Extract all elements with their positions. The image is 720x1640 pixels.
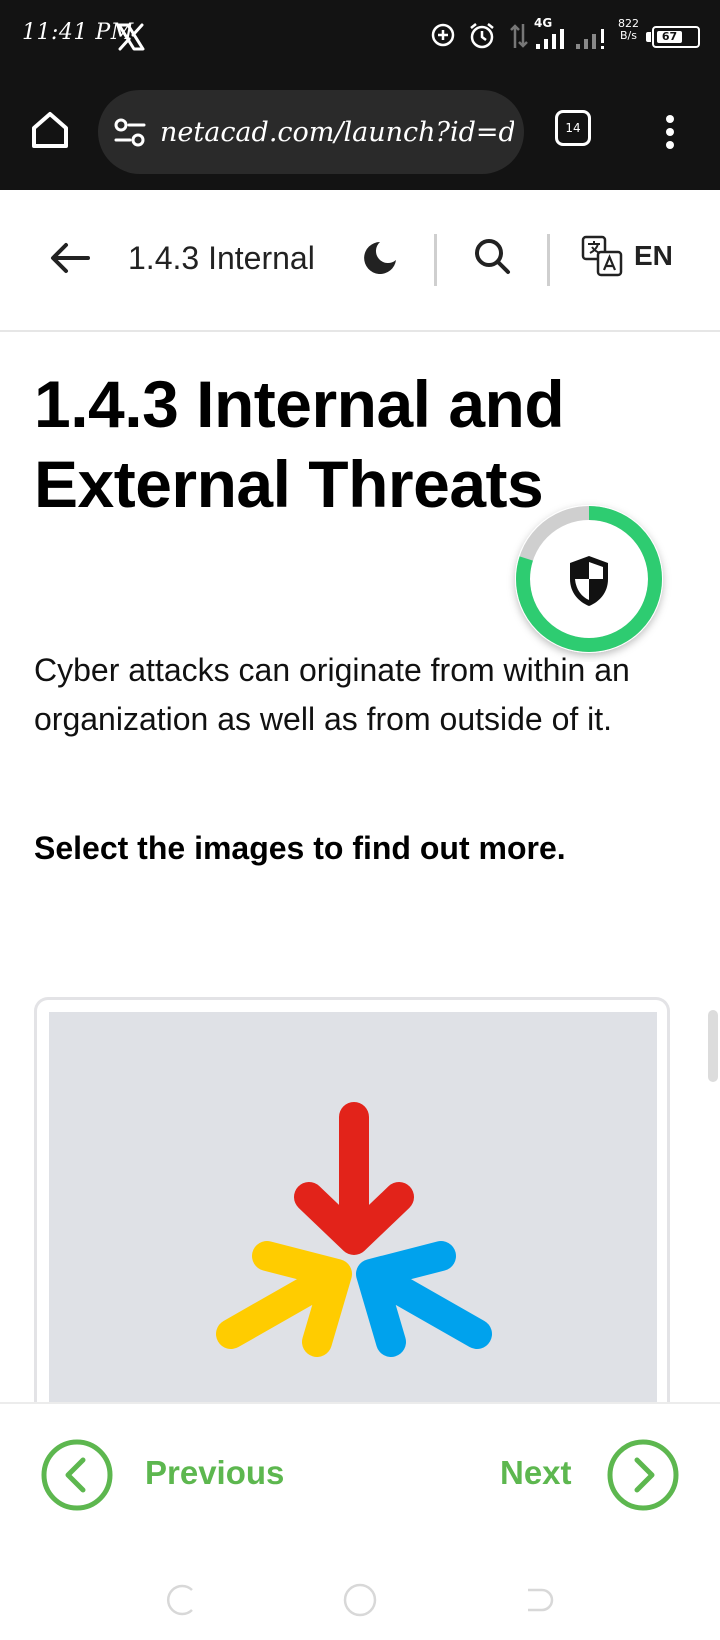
data-transfer-icon	[510, 24, 528, 48]
home-button[interactable]	[28, 108, 72, 152]
network-speed: 822 B/s	[618, 18, 639, 42]
progress-indicator[interactable]	[506, 496, 672, 662]
threats-image[interactable]	[49, 1012, 657, 1417]
intro-paragraph: Cyber attacks can originate from within …	[34, 652, 630, 737]
system-navigation-bar	[0, 1552, 720, 1640]
recent-apps-icon[interactable]	[162, 1582, 198, 1618]
search-icon[interactable]	[472, 236, 512, 276]
address-bar[interactable]: netacad.com/launch?id=dc0	[98, 90, 524, 174]
next-chevron-icon[interactable]	[606, 1438, 680, 1512]
dark-mode-icon[interactable]	[360, 238, 400, 278]
speed-unit: B/s	[620, 29, 637, 42]
status-bar: 11:41 PM 4G 822 B/s 67	[0, 0, 720, 78]
alarm-icon	[470, 23, 494, 49]
browser-toolbar: netacad.com/launch?id=dc0 14	[0, 78, 720, 190]
battery-nub	[646, 32, 651, 42]
tab-switcher-button[interactable]: 14	[555, 110, 591, 146]
signal-weak-icon	[576, 29, 604, 49]
url-text[interactable]: netacad.com/launch?id=dc0	[160, 116, 514, 150]
previous-button[interactable]: Previous	[145, 1454, 284, 1492]
threats-image-card[interactable]	[34, 997, 670, 1417]
previous-chevron-icon[interactable]	[40, 1438, 114, 1512]
data-saver-icon	[431, 23, 455, 47]
home-system-icon[interactable]	[342, 1582, 378, 1618]
page-navigation: Previous Next	[0, 1402, 720, 1552]
site-settings-icon[interactable]	[114, 118, 146, 148]
scrollbar-thumb[interactable]	[708, 1010, 718, 1082]
x-app-icon	[117, 23, 145, 51]
instruction-text: Select the images to find out more.	[34, 830, 566, 866]
header-divider	[434, 234, 437, 286]
more-menu-icon[interactable]	[660, 114, 680, 150]
battery-icon: 67	[652, 26, 700, 48]
header-title: 1.4.3 Internal	[128, 240, 315, 276]
back-system-icon[interactable]	[522, 1582, 558, 1618]
header-divider	[547, 234, 550, 286]
translate-icon[interactable]	[580, 234, 624, 278]
converging-arrows-icon	[216, 1102, 492, 1357]
language-label[interactable]: EN	[634, 240, 673, 272]
next-button[interactable]: Next	[500, 1454, 572, 1492]
battery-level: 67	[657, 31, 682, 43]
signal-strength-icon	[536, 29, 564, 49]
course-header: 1.4.3 Internal EN	[0, 190, 720, 332]
back-arrow-icon[interactable]	[48, 236, 92, 280]
